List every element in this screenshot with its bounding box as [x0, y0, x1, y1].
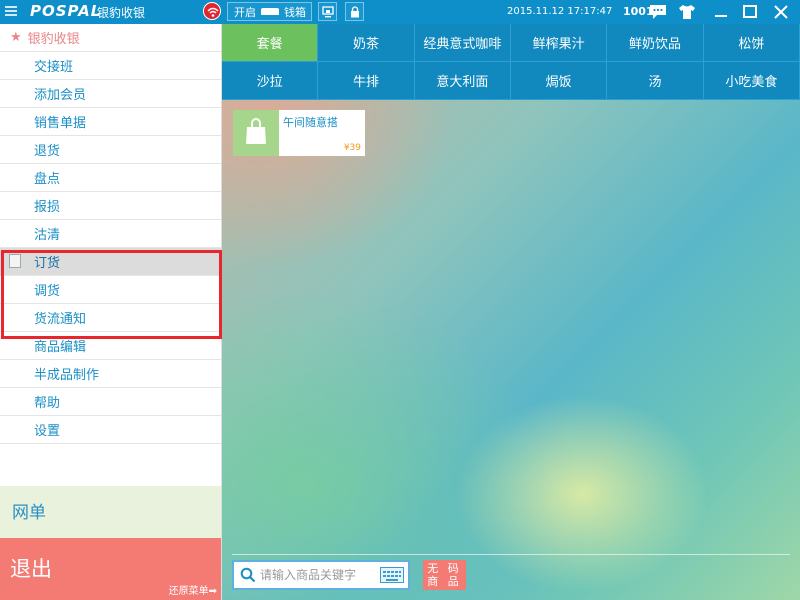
sidebar-item-shift-handover[interactable]: 交接班: [0, 52, 221, 80]
maximize-icon[interactable]: [741, 3, 759, 21]
category-muffin[interactable]: 松饼: [703, 24, 800, 62]
exit-button[interactable]: 退出 还原菜单➡: [0, 538, 221, 600]
product-card[interactable]: 午间随意搭 ¥39: [233, 110, 365, 156]
monitor-lock-button[interactable]: [318, 2, 337, 21]
sidebar: ★ 银豹收银 交接班 添加会员 销售单据 退货 盘点 报损 沽清 订货 调货 货…: [0, 24, 222, 600]
star-icon: ★: [10, 30, 22, 45]
category-milk-tea[interactable]: 奶茶: [318, 24, 415, 62]
sidebar-item-sales-receipts[interactable]: 销售单据: [0, 108, 221, 136]
sidebar-item-report-loss[interactable]: 报损: [0, 192, 221, 220]
no-code-line1: 无 码: [427, 562, 462, 575]
category-milk-drinks[interactable]: 鲜奶饮品: [607, 24, 704, 62]
sidebar-item-label: 半成品制作: [34, 368, 100, 383]
open-cash-drawer-button[interactable]: 开启 钱箱: [227, 2, 312, 21]
sidebar-item-logistics-notice[interactable]: 货流通知: [0, 304, 221, 332]
sidebar-item-label: 货流通知: [34, 312, 87, 327]
sidebar-item-returns[interactable]: 退货: [0, 136, 221, 164]
product-image: [233, 110, 279, 156]
shopping-bag-icon: [246, 118, 266, 144]
product-price: ¥39: [343, 143, 361, 153]
category-pasta[interactable]: 意大利面: [414, 62, 511, 100]
sidebar-item-label: 报损: [34, 200, 61, 215]
keyboard-icon[interactable]: [380, 567, 404, 583]
app-logo: POSPAL: [30, 2, 102, 20]
cash-drawer-label: 钱箱: [284, 5, 306, 19]
sidebar-item-label: 沽清: [34, 228, 61, 243]
menu-icon[interactable]: [5, 4, 17, 18]
sidebar-item-order-goods[interactable]: 订货: [0, 248, 221, 276]
category-grid: 套餐 奶茶 经典意式咖啡 鲜榨果汁 鲜奶饮品 松饼 沙拉 牛排 意大利面 焗饭 …: [222, 24, 800, 100]
search-icon: [240, 567, 256, 583]
app-name: 银豹收银: [97, 6, 146, 20]
category-fresh-juice[interactable]: 鲜榨果汁: [511, 24, 608, 62]
sidebar-header: ★ 银豹收银: [0, 24, 221, 52]
shirt-icon[interactable]: [678, 3, 696, 21]
category-snacks[interactable]: 小吃美食: [703, 62, 800, 100]
close-icon[interactable]: [772, 3, 790, 21]
sidebar-item-label: 退货: [34, 144, 61, 159]
sidebar-item-label: 销售单据: [34, 116, 87, 131]
category-steak[interactable]: 牛排: [318, 62, 415, 100]
sidebar-item-help[interactable]: 帮助: [0, 388, 221, 416]
datetime: 2015.11.12 17:17:47: [507, 6, 613, 17]
exit-label: 退出: [10, 557, 52, 581]
divider: [232, 554, 790, 555]
category-soup[interactable]: 汤: [607, 62, 704, 100]
wifi-icon[interactable]: [203, 2, 221, 20]
sidebar-item-inventory-count[interactable]: 盘点: [0, 164, 221, 192]
net-order-button[interactable]: 网单: [0, 486, 221, 538]
category-baked-rice[interactable]: 焗饭: [511, 62, 608, 100]
no-code-line2: 商 品: [427, 575, 462, 588]
sidebar-item-label: 盘点: [34, 172, 61, 187]
document-icon: [9, 254, 21, 268]
sidebar-item-label: 帮助: [34, 396, 61, 411]
sidebar-item-sold-out[interactable]: 沽清: [0, 220, 221, 248]
monitor-icon: [322, 6, 334, 18]
message-icon[interactable]: [649, 3, 667, 21]
sidebar-item-transfer-goods[interactable]: 调货: [0, 276, 221, 304]
minimize-icon[interactable]: [712, 3, 730, 21]
sidebar-item-label: 交接班: [34, 60, 74, 75]
main-panel: 套餐 奶茶 经典意式咖啡 鲜榨果汁 鲜奶饮品 松饼 沙拉 牛排 意大利面 焗饭 …: [222, 24, 800, 600]
sidebar-item-label: 调货: [34, 284, 61, 299]
sidebar-item-label: 订货: [34, 256, 61, 271]
sidebar-item-settings[interactable]: 设置: [0, 416, 221, 444]
lock-button[interactable]: [345, 2, 364, 21]
sidebar-item-add-member[interactable]: 添加会员: [0, 80, 221, 108]
sidebar-item-label: 设置: [34, 424, 61, 439]
sidebar-item-label: 商品编辑: [34, 340, 87, 355]
restore-menu-link[interactable]: 还原菜单➡: [169, 582, 217, 597]
title-bar: POSPAL 银豹收银 开启 钱箱 2015.11.12 17:17:47 10…: [0, 0, 800, 24]
product-name: 午间随意搭: [283, 116, 338, 129]
cash-drawer-icon: [261, 8, 279, 15]
sidebar-item-product-edit[interactable]: 商品编辑: [0, 332, 221, 360]
sidebar-item-label: 添加会员: [34, 88, 87, 103]
search-box[interactable]: [232, 560, 410, 590]
lock-icon: [351, 6, 359, 18]
open-label: 开启: [234, 5, 256, 19]
category-espresso[interactable]: 经典意式咖啡: [414, 24, 511, 62]
sidebar-header-label: 银豹收银: [27, 32, 80, 47]
sidebar-item-semi-finished[interactable]: 半成品制作: [0, 360, 221, 388]
search-input[interactable]: [260, 568, 375, 582]
no-barcode-product-button[interactable]: 无 码 商 品: [423, 560, 466, 590]
category-set-meal[interactable]: 套餐: [222, 24, 319, 62]
category-salad[interactable]: 沙拉: [222, 62, 319, 100]
